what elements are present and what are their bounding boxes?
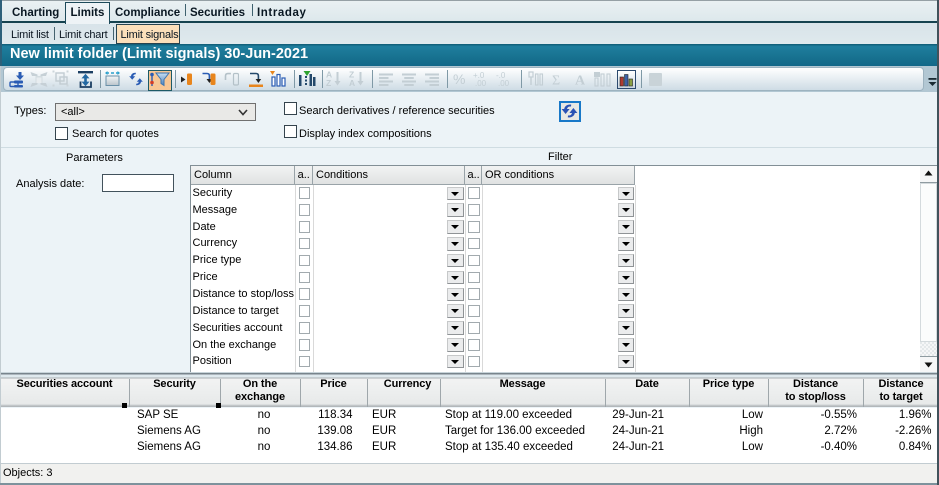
svg-text:.00: .00 (475, 79, 487, 88)
svg-text:Σ: Σ (552, 74, 560, 89)
svg-text:%: % (453, 71, 465, 87)
svg-text:A: A (575, 74, 586, 89)
svg-text:Z: Z (326, 78, 331, 88)
svg-text:.00: .00 (498, 79, 510, 88)
svg-text:A: A (349, 78, 355, 88)
